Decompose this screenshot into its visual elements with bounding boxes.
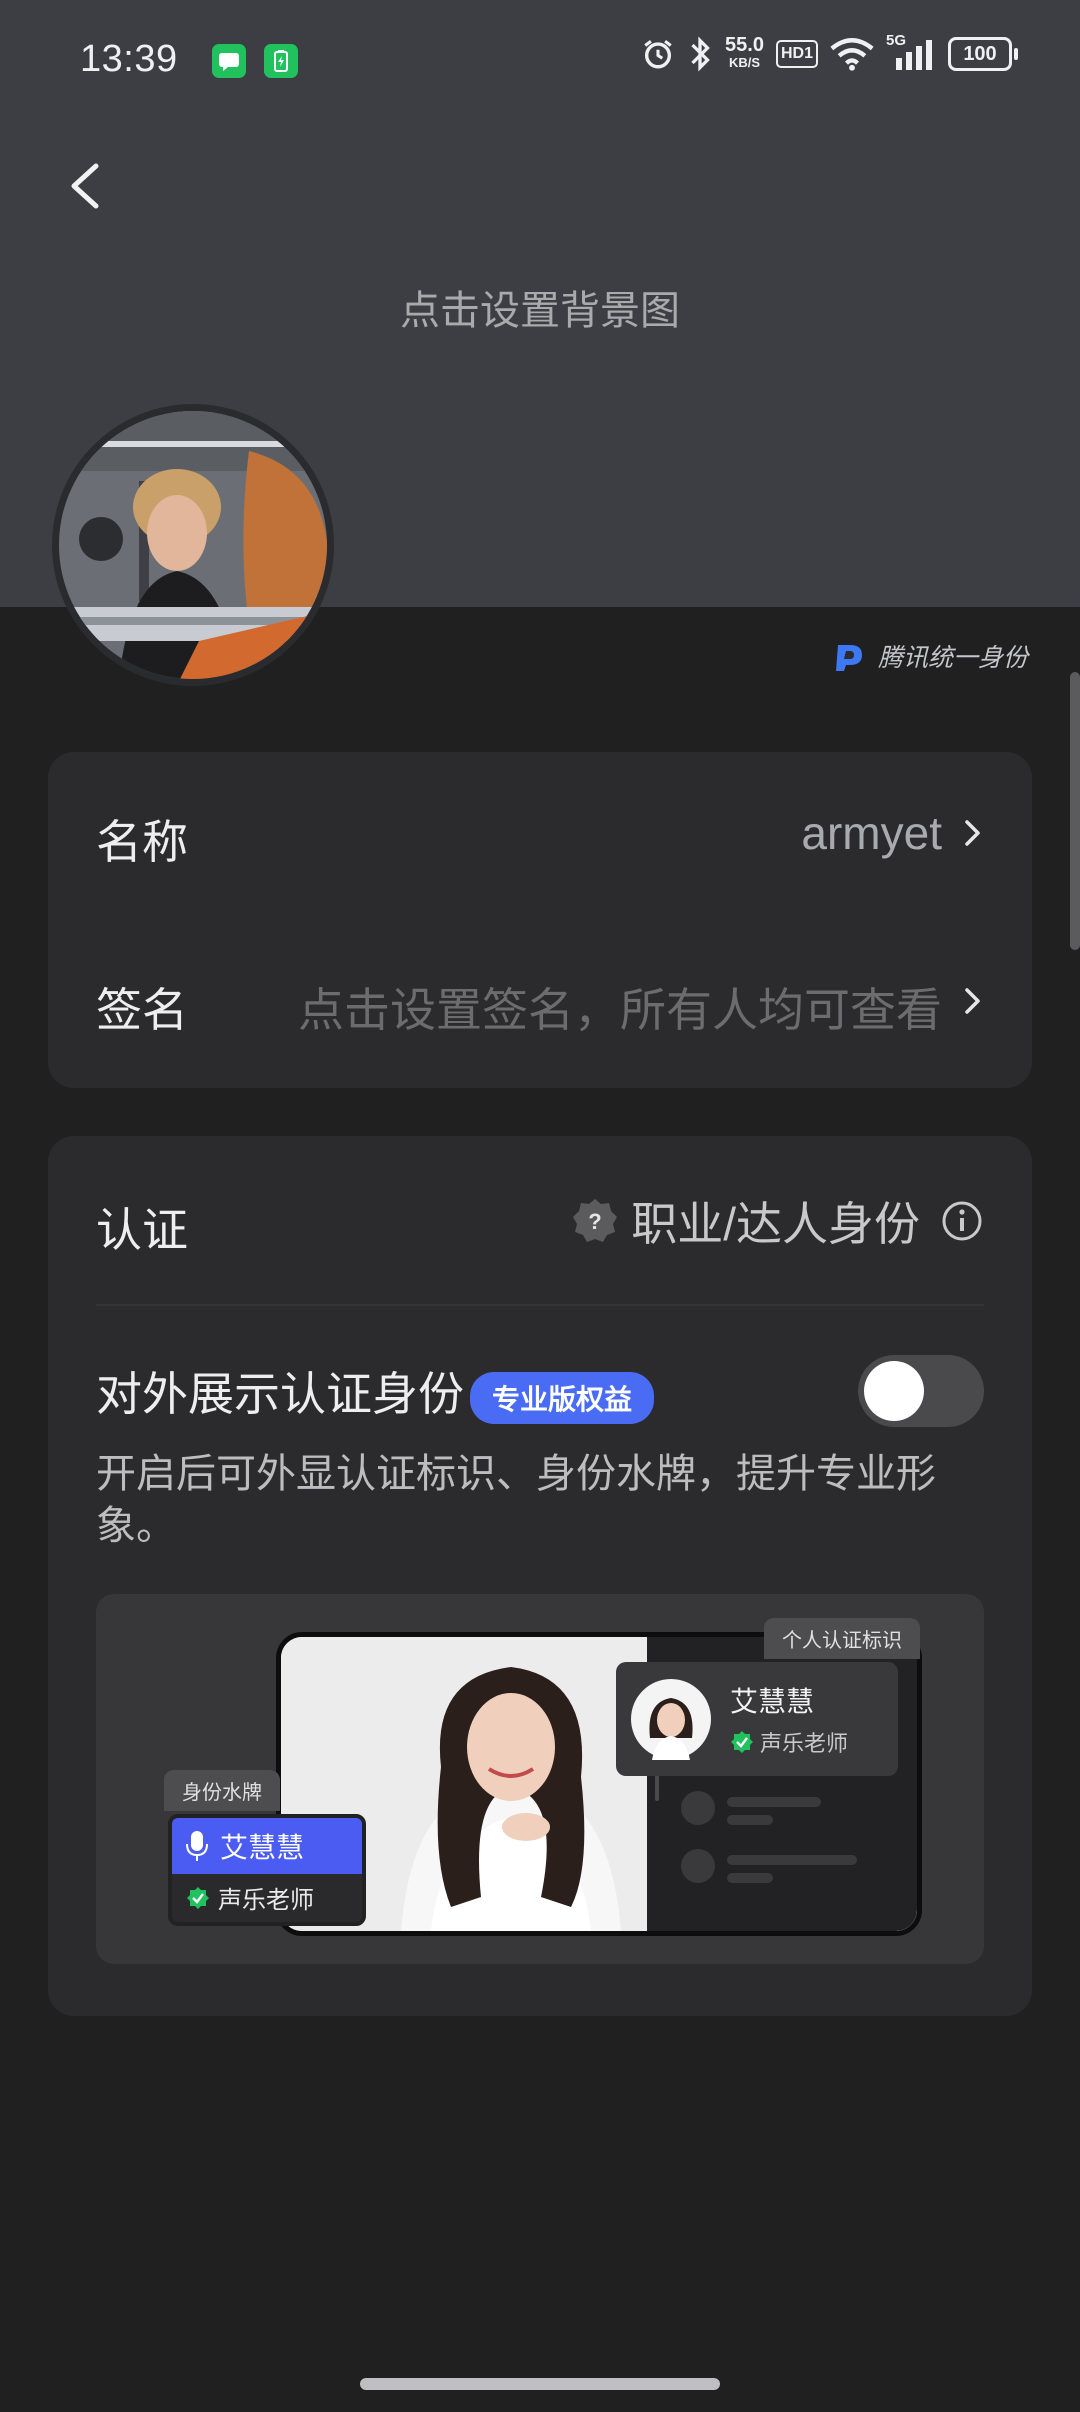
status-icons: 55.0 KB/S HD1 5G 100 [641,32,1018,72]
pro-benefit-badge: 专业版权益 [470,1371,655,1424]
microphone-icon [186,1831,208,1861]
name-row[interactable]: 名称 armyet [48,752,1032,920]
certification-label: 认证 [96,1204,188,1256]
chevron-right-icon [965,988,980,1014]
network-speed: 55.0 KB/S [725,34,764,70]
signature-placeholder: 点击设置签名，所有人均可查看 [298,984,942,1036]
identity-watermark-card: 艾慧慧 声乐老师 [168,1814,366,1926]
watermark-tag: 身份水牌 [164,1770,280,1811]
verified-badge-icon: ? [573,1199,618,1242]
personal-identity-card: 艾慧慧 声乐老师 [616,1662,898,1776]
certification-row[interactable]: 认证 ? 职业/达人身份 [48,1136,1032,1306]
verified-check-icon [187,1886,209,1909]
bluetooth-icon [691,36,710,72]
certification-preview-image: 个人认证标识 艾慧慧 声乐老师 身份水牌 艾慧慧 声乐老师 [96,1594,984,1964]
show-certification-toggle[interactable] [858,1355,984,1427]
verified-check-icon [731,1731,753,1753]
preview-person-title: 声乐老师 [760,1731,849,1756]
show-certification-title: 对外展示认证身份 专业版权益 [96,1358,655,1424]
signature-row[interactable]: 签名 点击设置签名，所有人均可查看 [48,920,1032,1088]
divider [96,1304,984,1306]
personal-certification-tag: 个人认证标识 [764,1618,920,1659]
name-label: 名称 [96,816,188,868]
alarm-icon [644,40,672,69]
cellular-signal-icon: 5G [886,32,936,72]
set-background-hint[interactable]: 点击设置背景图 [0,278,1080,336]
back-arrow-icon[interactable] [60,160,112,212]
tencent-identity-logo-icon [835,645,862,671]
home-indicator[interactable] [360,2378,720,2390]
certification-value: ? 职业/达人身份 [571,1188,984,1254]
name-value: armyet [801,807,942,859]
certification-description: 开启后可外显认证标识、身份水牌，提升专业形象。 [96,1452,936,1548]
signature-label: 签名 [96,984,188,1036]
profile-info-card: 名称 armyet 签名 点击设置签名，所有人均可查看 [48,752,1032,1088]
hd-voice-icon: HD1 [775,40,818,68]
preview-person-name: 艾慧慧 [730,1686,815,1717]
avatar[interactable] [52,404,334,686]
wifi-icon [830,38,874,71]
battery-icon: 100 [948,37,1018,71]
toggle-knob [864,1361,924,1421]
tencent-identity-label: 腾讯统一身份 [834,638,1028,674]
certification-card: 认证 ? 职业/达人身份 对外展示认证身份 专业版权益 开启后可外显认证标识、身份… [48,1136,1032,2016]
battery-saver-notification-icon [264,44,298,78]
status-time: 13:39 [80,38,178,80]
scrollbar[interactable] [1070,672,1080,950]
info-icon[interactable] [940,1199,984,1243]
svg-text:?: ? [588,1209,601,1234]
chevron-right-icon [965,820,980,846]
message-notification-icon [212,44,246,78]
